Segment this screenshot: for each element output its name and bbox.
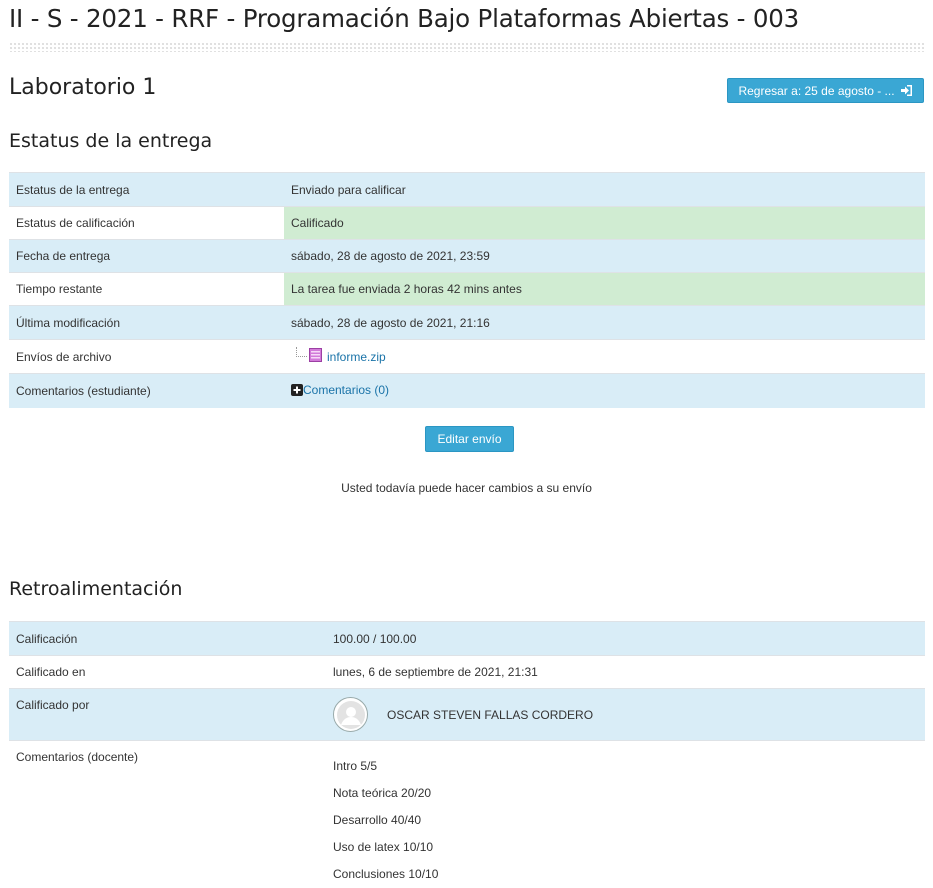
graded-on-value: lunes, 6 de septiembre de 2021, 21:31 xyxy=(326,656,925,689)
table-row: Última modificación sábado, 28 de agosto… xyxy=(9,306,925,340)
teacher-comments-cell: Intro 5/5 Nota teórica 20/20 Desarrollo … xyxy=(326,741,925,888)
row-label: Comentarios (estudiante) xyxy=(9,374,284,408)
row-label: Estatus de calificación xyxy=(9,207,284,240)
row-label: Calificado por xyxy=(9,689,326,741)
grader-name: OSCAR STEVEN FALLAS CORDERO xyxy=(387,708,593,722)
table-row: Fecha de entrega sábado, 28 de agosto de… xyxy=(9,240,925,273)
table-row: Estatus de la entrega Enviado para calif… xyxy=(9,173,925,207)
assignment-title: Laboratorio 1 xyxy=(9,75,156,100)
submission-status-heading: Estatus de la entrega xyxy=(9,130,212,152)
file-submissions-cell: informe.zip xyxy=(284,340,925,374)
edit-note: Usted todavía puede hacer cambios a su e… xyxy=(0,481,933,495)
comment-line: Uso de latex 10/10 xyxy=(333,834,918,861)
sign-in-icon xyxy=(901,85,913,96)
row-label: Calificado en xyxy=(9,656,326,689)
plus-square-icon[interactable] xyxy=(291,384,303,399)
comment-line: Conclusiones 10/10 xyxy=(333,861,918,888)
student-comments-link[interactable]: Comentarios (0) xyxy=(303,383,389,397)
grading-status-value: Calificado xyxy=(284,207,925,240)
table-row: Calificado en lunes, 6 de septiembre de … xyxy=(9,656,925,689)
row-value: sábado, 28 de agosto de 2021, 21:16 xyxy=(284,306,925,340)
row-label: Comentarios (docente) xyxy=(9,741,326,888)
user-avatar-icon[interactable] xyxy=(333,697,368,732)
file-link-informe[interactable]: informe.zip xyxy=(327,350,386,364)
row-value: Enviado para calificar xyxy=(284,173,925,207)
student-comments-cell: Comentarios (0) xyxy=(284,374,925,408)
table-row: Calificado por OSCAR STEVEN FALLAS CORDE… xyxy=(9,689,925,741)
edit-submission-button[interactable]: Editar envío xyxy=(425,426,514,452)
table-row: Estatus de calificación Calificado xyxy=(9,207,925,240)
grade-value: 100.00 / 100.00 xyxy=(326,622,925,656)
comment-line: Desarrollo 40/40 xyxy=(333,807,918,834)
row-value: sábado, 28 de agosto de 2021, 23:59 xyxy=(284,240,925,273)
row-label: Fecha de entrega xyxy=(9,240,284,273)
tree-connector xyxy=(296,347,307,357)
return-button-label: Regresar a: 25 de agosto - ... xyxy=(738,84,894,98)
comment-line: Nota teórica 20/20 xyxy=(333,780,918,807)
row-label: Estatus de la entrega xyxy=(9,173,284,207)
archive-file-icon xyxy=(309,348,322,365)
course-title: II - S - 2021 - RRF - Programación Bajo … xyxy=(9,4,799,33)
feedback-table: Calificación 100.00 / 100.00 Calificado … xyxy=(9,621,925,888)
table-row: Calificación 100.00 / 100.00 xyxy=(9,622,925,656)
row-label: Última modificación xyxy=(9,306,284,340)
graded-by-cell: OSCAR STEVEN FALLAS CORDERO xyxy=(326,689,925,741)
title-divider xyxy=(9,42,924,52)
return-to-section-button[interactable]: Regresar a: 25 de agosto - ... xyxy=(727,78,924,103)
comment-line: Intro 5/5 xyxy=(333,753,918,780)
row-label: Envíos de archivo xyxy=(9,340,284,374)
table-row: Comentarios (estudiante) Comentarios (0) xyxy=(9,374,925,408)
table-row: Comentarios (docente) Intro 5/5 Nota teó… xyxy=(9,741,925,888)
feedback-heading: Retroalimentación xyxy=(9,578,182,600)
table-row: Envíos de archivo informe.zip xyxy=(9,340,925,374)
time-remaining-value: La tarea fue enviada 2 horas 42 mins ant… xyxy=(284,273,925,306)
row-label: Tiempo restante xyxy=(9,273,284,306)
submission-status-table: Estatus de la entrega Enviado para calif… xyxy=(9,172,925,408)
table-row: Tiempo restante La tarea fue enviada 2 h… xyxy=(9,273,925,306)
row-label: Calificación xyxy=(9,622,326,656)
